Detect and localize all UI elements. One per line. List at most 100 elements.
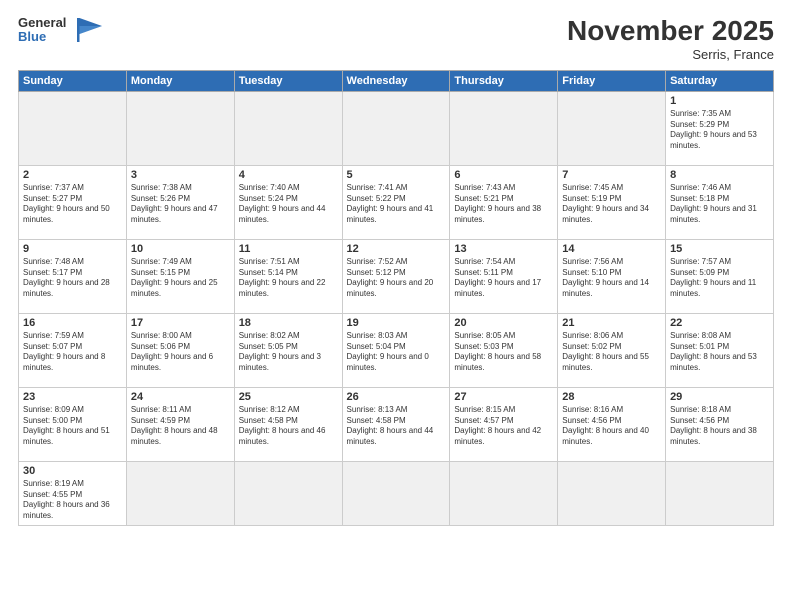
day-info: Sunrise: 7:52 AMSunset: 5:12 PMDaylight:… [347,257,446,300]
calendar-table: Sunday Monday Tuesday Wednesday Thursday… [18,70,774,526]
table-row: 30 Sunrise: 8:19 AMSunset: 4:55 PMDayligh… [19,461,127,525]
day-info: Sunrise: 7:46 AMSunset: 5:18 PMDaylight:… [670,183,769,226]
day-number: 30 [23,465,122,477]
day-info: Sunrise: 8:06 AMSunset: 5:02 PMDaylight:… [562,331,661,374]
table-row [342,91,450,165]
col-tuesday: Tuesday [234,70,342,91]
header: General Blue November 2025 Serris, Franc… [18,16,774,62]
day-number: 3 [131,169,230,181]
table-row: 15Sunrise: 7:57 AMSunset: 5:09 PMDayligh… [666,239,774,313]
day-info: Sunrise: 7:48 AMSunset: 5:17 PMDaylight:… [23,257,122,300]
day-number: 8 [670,169,769,181]
table-row [342,461,450,525]
table-row: 5Sunrise: 7:41 AMSunset: 5:22 PMDaylight… [342,165,450,239]
table-row [126,91,234,165]
table-row: 1Sunrise: 7:35 AMSunset: 5:29 PMDaylight… [666,91,774,165]
day-number: 14 [562,243,661,255]
day-info: Sunrise: 8:15 AMSunset: 4:57 PMDaylight:… [454,405,553,448]
table-row: 17 Sunrise: 8:00 AMSunset: 5:06 PMDayligh… [126,313,234,387]
table-row: 28 Sunrise: 8:16 AMSunset: 4:56 PMDayligh… [558,387,666,461]
day-info: Sunrise: 7:35 AMSunset: 5:29 PMDaylight:… [670,109,769,152]
table-row [558,91,666,165]
day-number: 4 [239,169,338,181]
table-row: 24Sunrise: 8:11 AMSunset: 4:59 PMDayligh… [126,387,234,461]
logo-blue: Blue [18,30,66,44]
table-row: 29 Sunrise: 8:18 AMSunset: 4:56 PMDayligh… [666,387,774,461]
day-number: 26 [347,391,446,403]
day-info: Sunrise: 7:38 AMSunset: 5:26 PMDaylight:… [131,183,230,226]
calendar-week-row: 30 Sunrise: 8:19 AMSunset: 4:55 PMDayligh… [19,461,774,525]
calendar-week-row: 1Sunrise: 7:35 AMSunset: 5:29 PMDaylight… [19,91,774,165]
day-info: Sunrise: 8:19 AMSunset: 4:55 PMDaylight:… [23,479,122,522]
day-number: 29 [670,391,769,403]
day-number: 16 [23,317,122,329]
day-number: 22 [670,317,769,329]
table-row [19,91,127,165]
day-number: 2 [23,169,122,181]
day-number: 7 [562,169,661,181]
table-row: 13 Sunrise: 7:54 AMSunset: 5:11 PMDayligh… [450,239,558,313]
table-row: 7Sunrise: 7:45 AMSunset: 5:19 PMDaylight… [558,165,666,239]
day-number: 21 [562,317,661,329]
table-row [234,91,342,165]
day-info: Sunrise: 8:11 AMSunset: 4:59 PMDaylight:… [131,405,230,448]
day-info: Sunrise: 7:43 AMSunset: 5:21 PMDaylight:… [454,183,553,226]
day-number: 27 [454,391,553,403]
day-info: Sunrise: 7:54 AMSunset: 5:11 PMDaylight:… [454,257,553,300]
calendar-header-row: Sunday Monday Tuesday Wednesday Thursday… [19,70,774,91]
col-wednesday: Wednesday [342,70,450,91]
day-number: 12 [347,243,446,255]
table-row: 6 Sunrise: 7:43 AMSunset: 5:21 PMDaylight… [450,165,558,239]
table-row: 18Sunrise: 8:02 AMSunset: 5:05 PMDayligh… [234,313,342,387]
table-row: 4 Sunrise: 7:40 AMSunset: 5:24 PMDaylight… [234,165,342,239]
logo: General Blue [18,16,104,45]
calendar-week-row: 2Sunrise: 7:37 AMSunset: 5:27 PMDaylight… [19,165,774,239]
col-thursday: Thursday [450,70,558,91]
day-number: 23 [23,391,122,403]
day-number: 17 [131,317,230,329]
day-info: Sunrise: 7:59 AMSunset: 5:07 PMDaylight:… [23,331,122,374]
day-info: Sunrise: 8:00 AMSunset: 5:06 PMDaylight:… [131,331,230,374]
day-number: 9 [23,243,122,255]
location: Serris, France [567,47,774,62]
table-row: 10 Sunrise: 7:49 AMSunset: 5:15 PMDayligh… [126,239,234,313]
table-row: 11Sunrise: 7:51 AMSunset: 5:14 PMDayligh… [234,239,342,313]
table-row [450,461,558,525]
day-info: Sunrise: 7:40 AMSunset: 5:24 PMDaylight:… [239,183,338,226]
table-row: 20Sunrise: 8:05 AMSunset: 5:03 PMDayligh… [450,313,558,387]
table-row [234,461,342,525]
table-row: 21 Sunrise: 8:06 AMSunset: 5:02 PMDayligh… [558,313,666,387]
day-info: Sunrise: 7:56 AMSunset: 5:10 PMDaylight:… [562,257,661,300]
calendar-week-row: 9 Sunrise: 7:48 AMSunset: 5:17 PMDaylight… [19,239,774,313]
col-friday: Friday [558,70,666,91]
page: General Blue November 2025 Serris, Franc… [0,0,792,612]
day-info: Sunrise: 8:18 AMSunset: 4:56 PMDaylight:… [670,405,769,448]
calendar-week-row: 23Sunrise: 8:09 AMSunset: 5:00 PMDayligh… [19,387,774,461]
table-row: 23Sunrise: 8:09 AMSunset: 5:00 PMDayligh… [19,387,127,461]
table-row [126,461,234,525]
day-info: Sunrise: 8:08 AMSunset: 5:01 PMDaylight:… [670,331,769,374]
day-info: Sunrise: 7:51 AMSunset: 5:14 PMDaylight:… [239,257,338,300]
month-title: November 2025 [567,16,774,47]
day-number: 19 [347,317,446,329]
table-row [558,461,666,525]
table-row [666,461,774,525]
day-info: Sunrise: 7:57 AMSunset: 5:09 PMDaylight:… [670,257,769,300]
day-info: Sunrise: 8:03 AMSunset: 5:04 PMDaylight:… [347,331,446,374]
day-number: 10 [131,243,230,255]
flag-icon [74,16,104,44]
table-row: 2Sunrise: 7:37 AMSunset: 5:27 PMDaylight… [19,165,127,239]
table-row: 27 Sunrise: 8:15 AMSunset: 4:57 PMDayligh… [450,387,558,461]
day-number: 6 [454,169,553,181]
day-number: 28 [562,391,661,403]
day-info: Sunrise: 7:49 AMSunset: 5:15 PMDaylight:… [131,257,230,300]
col-saturday: Saturday [666,70,774,91]
table-row: 26Sunrise: 8:13 AMSunset: 4:58 PMDayligh… [342,387,450,461]
title-block: November 2025 Serris, France [567,16,774,62]
table-row: 22 Sunrise: 8:08 AMSunset: 5:01 PMDayligh… [666,313,774,387]
col-sunday: Sunday [19,70,127,91]
day-info: Sunrise: 8:12 AMSunset: 4:58 PMDaylight:… [239,405,338,448]
logo-general: General [18,16,66,30]
day-info: Sunrise: 8:16 AMSunset: 4:56 PMDaylight:… [562,405,661,448]
day-number: 13 [454,243,553,255]
